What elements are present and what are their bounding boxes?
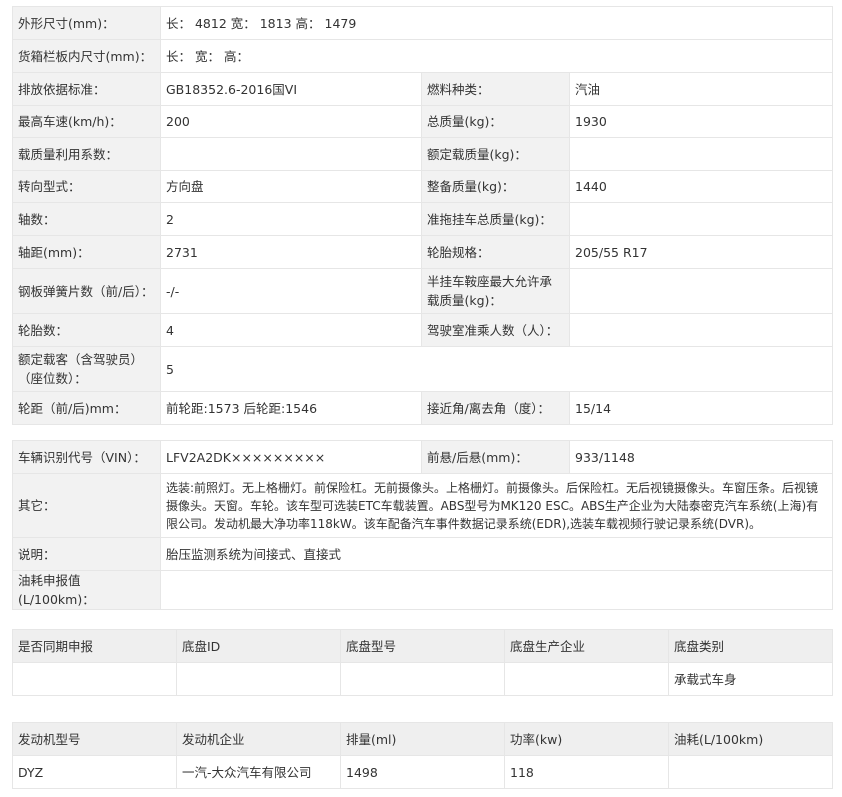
dimensions-value: 长： 4812 宽： 1813 高： 1479 (159, 6, 834, 40)
total-mass-label: 总质量(kg)： (421, 105, 570, 138)
dimensions-label: 外形尺寸(mm)： (12, 6, 161, 40)
chassis-header-id: 底盘ID (176, 629, 341, 663)
engine-header-consumption: 油耗(L/100km) (668, 722, 833, 756)
axles-value: 2 (160, 202, 422, 236)
steering-label: 转向型式： (12, 170, 161, 203)
emission-value: GB18352.6-2016国VI (160, 72, 422, 106)
max-speed-label: 最高车速(km/h)： (12, 105, 161, 138)
notes-value: 胎压监测系统为间接式、直接式 (160, 537, 833, 571)
leaf-springs-label: 钢板弹簧片数（前/后）： (12, 268, 161, 314)
other-label: 其它： (12, 473, 161, 538)
emission-label: 排放依据标准： (12, 72, 161, 106)
trailer-mass-label: 准拖挂车总质量(kg)： (421, 202, 570, 236)
tire-spec-value: 205/55 R17 (568, 235, 834, 269)
chassis-cell-type: 承载式车身 (668, 662, 833, 696)
max-speed-value: 200 (160, 105, 422, 138)
passengers-label: 额定载客（含驾驶员）（座位数）： (12, 346, 161, 392)
steering-value: 方向盘 (160, 170, 422, 203)
rated-load-value (568, 137, 834, 171)
table-row: 承载式车身 (12, 662, 833, 696)
vin-label: 车辆识别代号（VIN）： (12, 440, 161, 474)
trailer-mass-value (568, 202, 834, 236)
leaf-springs-value: -/- (160, 268, 422, 314)
tire-spec-label: 轮胎规格： (421, 235, 570, 269)
overhang-label: 前悬/后悬(mm)： (421, 440, 570, 474)
chassis-cell-maker (504, 662, 669, 696)
cab-seats-value (568, 313, 834, 347)
chassis-header-maker: 底盘生产企业 (504, 629, 669, 663)
curb-mass-label: 整备质量(kg)： (421, 170, 570, 203)
track-value: 前轮距:1573 后轮距:1546 (160, 391, 422, 425)
track-label: 轮距（前/后)mm： (12, 391, 161, 425)
engine-header-maker: 发动机企业 (176, 722, 341, 756)
tires-label: 轮胎数： (12, 313, 161, 347)
engine-cell-power: 118 (504, 755, 669, 789)
chassis-cell-sync (12, 662, 177, 696)
curb-mass-value: 1440 (568, 170, 834, 203)
engine-header-displacement: 排量(ml) (340, 722, 505, 756)
cargo-box-value: 长： 宽： 高： (159, 39, 834, 73)
table-row: DYZ 一汽-大众汽车有限公司 1498 118 (12, 755, 833, 789)
vin-value: LFV2A2DK××××××××× (160, 440, 422, 474)
notes-label: 说明： (12, 537, 161, 571)
engine-cell-model: DYZ (12, 755, 177, 789)
vin-table: 车辆识别代号（VIN）： LFV2A2DK××××××××× 前悬/后悬(mm)… (12, 440, 833, 610)
total-mass-value: 1930 (568, 105, 834, 138)
engine-table: 发动机型号 发动机企业 排量(ml) 功率(kw) 油耗(L/100km) DY… (12, 722, 833, 789)
load-util-value (160, 137, 422, 171)
chassis-header-sync: 是否同期申报 (12, 629, 177, 663)
cab-seats-label: 驾驶室准乘人数（人）： (421, 313, 570, 347)
chassis-header-model: 底盘型号 (340, 629, 505, 663)
saddle-load-label: 半挂车鞍座最大允许承载质量(kg)： (421, 268, 570, 314)
tires-value: 4 (160, 313, 422, 347)
engine-cell-maker: 一汽-大众汽车有限公司 (176, 755, 341, 789)
wheelbase-label: 轴距(mm)： (12, 235, 161, 269)
wheelbase-value: 2731 (160, 235, 422, 269)
fuel-consumption-value (160, 570, 833, 610)
engine-header-power: 功率(kw) (504, 722, 669, 756)
chassis-header-type: 底盘类别 (668, 629, 833, 663)
engine-cell-displacement: 1498 (340, 755, 505, 789)
fuel-type-value: 汽油 (568, 72, 834, 106)
passengers-value: 5 (159, 346, 834, 392)
overhang-value: 933/1148 (569, 440, 833, 474)
chassis-table: 是否同期申报 底盘ID 底盘型号 底盘生产企业 底盘类别 承载式车身 (12, 629, 833, 696)
engine-header-model: 发动机型号 (12, 722, 177, 756)
axles-label: 轴数： (12, 202, 161, 236)
chassis-cell-model (340, 662, 505, 696)
vehicle-params-table: 外形尺寸(mm)： 长： 4812 宽： 1813 高： 1479 货箱栏板内尺… (12, 6, 834, 425)
engine-cell-consumption (668, 755, 833, 789)
cargo-box-label: 货箱栏板内尺寸(mm)： (12, 39, 161, 73)
angles-value: 15/14 (568, 391, 834, 425)
saddle-load-value (568, 268, 834, 314)
chassis-cell-id (176, 662, 341, 696)
load-util-label: 载质量利用系数： (12, 137, 161, 171)
rated-load-label: 额定载质量(kg)： (421, 137, 570, 171)
angles-label: 接近角/离去角（度）： (421, 391, 570, 425)
fuel-type-label: 燃料种类： (421, 72, 570, 106)
fuel-consumption-label: 油耗申报值(L/100km)： (12, 570, 161, 610)
other-value: 选装:前照灯。无上格栅灯。前保险杠。无前摄像头。上格栅灯。前摄像头。后保险杠。无… (160, 473, 833, 538)
